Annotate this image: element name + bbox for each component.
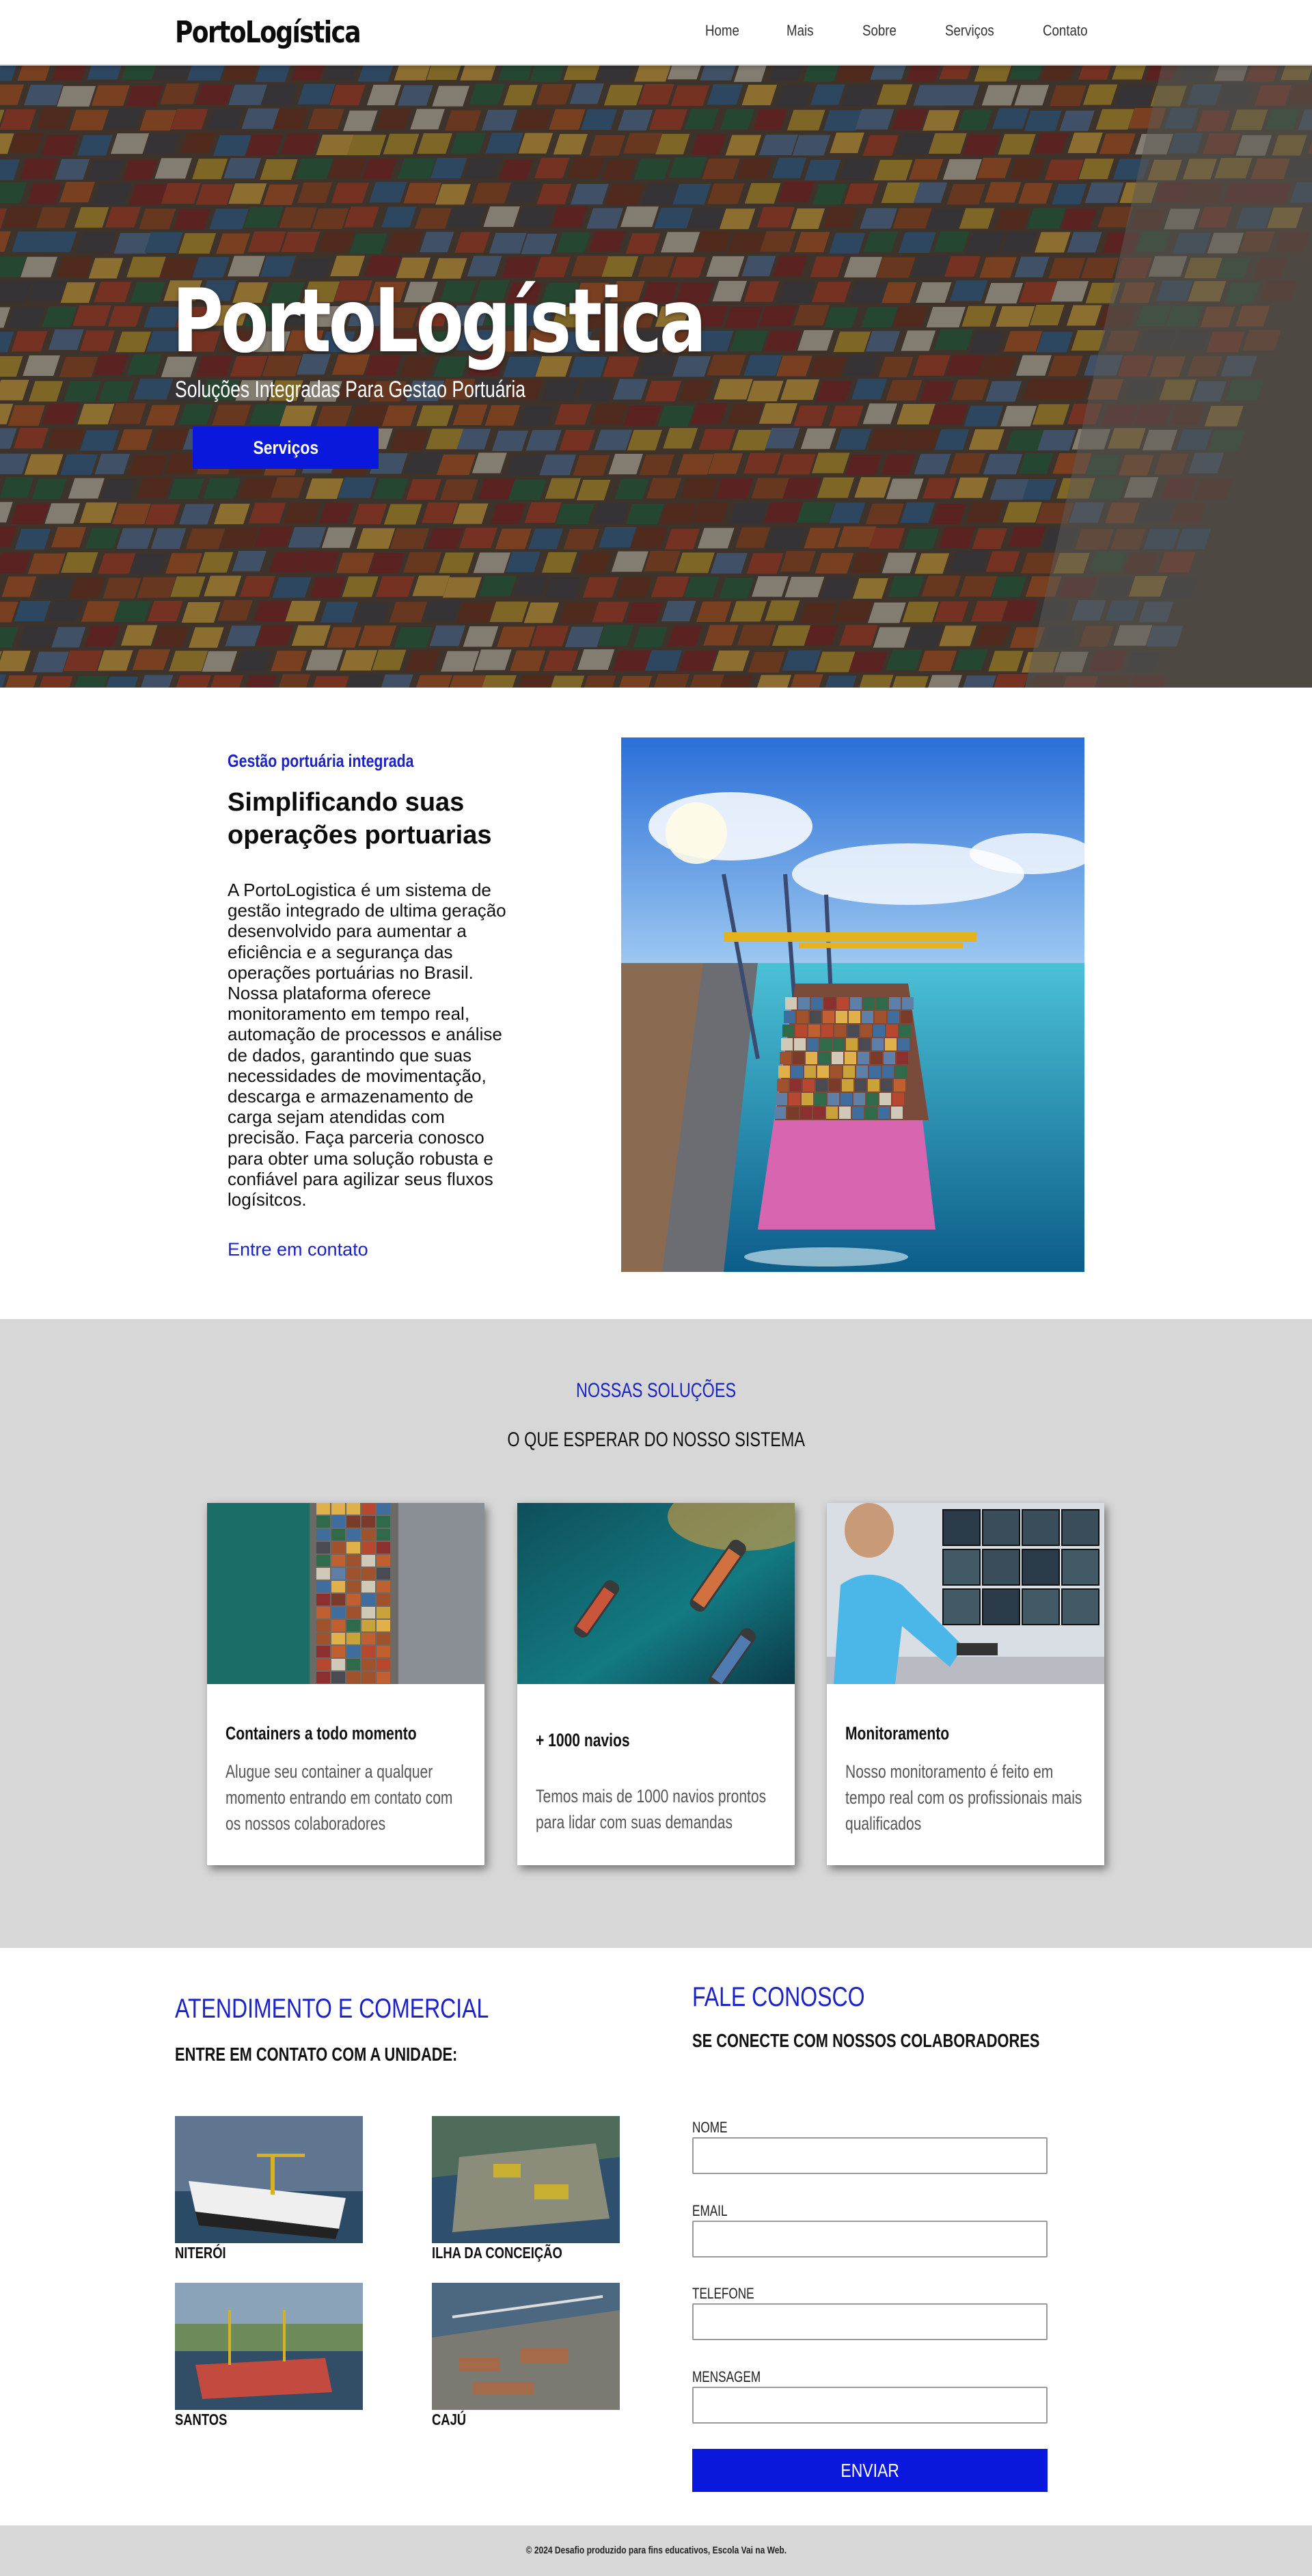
solutions-title: O QUE ESPERAR DO NOSSO SISTEMA xyxy=(0,1428,1312,1452)
hero-section: PortoLogística Soluções Integradas Para … xyxy=(0,66,1312,688)
unit-photo-santos[interactable] xyxy=(175,2283,363,2410)
card-text: Temos mais de 1000 navios prontos para l… xyxy=(536,1786,767,1832)
unit-photo-niteroi[interactable] xyxy=(175,2116,363,2243)
nav-contato[interactable]: Contato xyxy=(1043,22,1088,40)
site-header: PortoLogística Home Mais Sobre Serviços … xyxy=(0,0,1312,66)
send-button[interactable]: ENVIAR xyxy=(692,2449,1048,2492)
nav-home[interactable]: Home xyxy=(705,22,739,40)
main-nav: Home Mais Sobre Serviços Contato xyxy=(0,22,1312,42)
contact-subtitle: SE CONECTE COM NOSSOS COLABORADORES xyxy=(692,2030,1040,2051)
unit-label-niteroi: NITERÓI xyxy=(175,2244,226,2262)
hero-subtitle: Soluções Integradas Para Gestao Portuári… xyxy=(175,377,526,403)
service-subtitle: ENTRE EM CONTATO COM A UNIDADE: xyxy=(175,2044,458,2065)
solutions-kicker-text: NOSSAS SOLUÇÕES xyxy=(575,1379,737,1402)
email-label: EMAIL xyxy=(692,2202,728,2219)
nav-servicos[interactable]: Serviços xyxy=(945,22,994,40)
phone-field[interactable] xyxy=(692,2303,1048,2340)
email-field[interactable] xyxy=(692,2221,1048,2258)
services-button[interactable]: Serviços xyxy=(193,426,379,469)
solutions-section: NOSSAS SOLUÇÕES O QUE ESPERAR DO NOSSO S… xyxy=(0,1319,1312,1948)
card-title: Containers a todo momento xyxy=(226,1723,417,1744)
name-label: NOME xyxy=(692,2119,728,2136)
about-kicker: Gestão portuária integrada xyxy=(228,750,414,771)
about-body: A PortoLogistica é um sistema de gestão … xyxy=(228,880,506,1210)
name-field[interactable] xyxy=(692,2137,1048,2174)
solution-card-monitoring[interactable]: Monitoramento Nosso monitoramento é feito… xyxy=(827,1503,1104,1865)
contact-title: FALE CONOSCO xyxy=(692,1982,865,2012)
phone-label: TELEFONE xyxy=(692,2285,754,2302)
solution-card-containers[interactable]: Containers a todo momento Alugue seu cont… xyxy=(207,1503,484,1865)
contact-link[interactable]: Entre em contato xyxy=(228,1239,368,1260)
nav-mais[interactable]: Mais xyxy=(787,22,813,40)
unit-photo-caju[interactable] xyxy=(432,2283,620,2410)
footer-text-wrap: © 2024 Desafio produzido para fins educa… xyxy=(0,2545,1312,2556)
unit-photo-ilha[interactable] xyxy=(432,2116,620,2243)
ships-at-sea-photo xyxy=(517,1503,795,1684)
unit-label-santos: SANTOS xyxy=(175,2411,228,2428)
site-footer: © 2024 Desafio produzido para fins educa… xyxy=(0,2525,1312,2576)
about-title: Simplificando suas operações portuarias xyxy=(228,788,492,850)
card-title: + 1000 navios xyxy=(536,1730,630,1750)
solution-card-ships[interactable]: + 1000 navios Temos mais de 1000 navios p… xyxy=(517,1503,795,1865)
nav-sobre[interactable]: Sobre xyxy=(862,22,897,40)
card-title: Monitoramento xyxy=(845,1723,950,1744)
monitoring-room-photo xyxy=(827,1503,1104,1684)
unit-label-ilha: ILHA DA CONCEIÇÃO xyxy=(432,2244,562,2262)
unit-label-caju: CAJÚ xyxy=(432,2411,467,2428)
service-title: ATENDIMENTO E COMERCIAL xyxy=(175,1994,489,2024)
solutions-kicker: NOSSAS SOLUÇÕES xyxy=(0,1379,1312,1402)
card-text: Alugue seu container a qualquer momento … xyxy=(226,1761,453,1834)
cargo-ship-photo xyxy=(621,737,1084,1272)
hero-title: PortoLogística xyxy=(172,271,707,372)
solutions-title-text: O QUE ESPERAR DO NOSSO SISTEMA xyxy=(507,1428,805,1451)
message-field[interactable] xyxy=(692,2387,1048,2424)
footer-text: © 2024 Desafio produzido para fins educa… xyxy=(525,2545,787,2556)
message-label: MENSAGEM xyxy=(692,2368,761,2385)
card-text: Nosso monitoramento é feito em tempo rea… xyxy=(845,1761,1082,1834)
services-button-label: Serviços xyxy=(253,437,318,458)
container-terminal-photo xyxy=(207,1503,484,1684)
send-button-label: ENVIAR xyxy=(840,2459,899,2481)
